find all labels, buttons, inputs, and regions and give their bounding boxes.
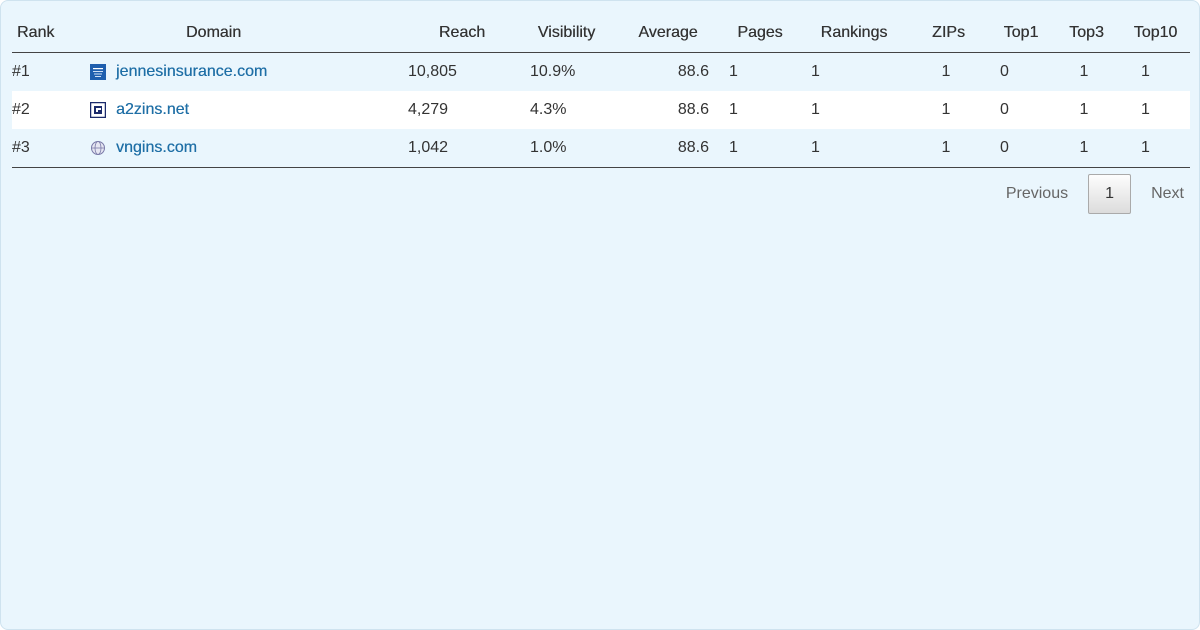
col-header-reach[interactable]: Reach [408,13,516,53]
top10-cell: 1 [1121,52,1190,91]
visibility-cell: 1.0% [516,129,617,168]
previous-page-button[interactable]: Previous [986,185,1088,203]
col-header-top1[interactable]: Top1 [990,13,1052,53]
results-panel: Rank Domain Reach Visibility Average Pag… [0,0,1200,630]
visibility-cell: 4.3% [516,91,617,129]
rank-cell: #1 [12,52,58,91]
rank-cell: #2 [12,91,58,129]
top10-cell: 1 [1121,129,1190,168]
reach-cell: 1,042 [408,129,516,168]
col-header-visibility[interactable]: Visibility [516,13,617,53]
domain-rankings-table: Rank Domain Reach Visibility Average Pag… [12,13,1190,168]
col-header-rankings[interactable]: Rankings [801,13,907,53]
table-row: #1 jennesinsurance.com 10,805 10.9% 88.6… [12,52,1190,91]
top3-cell: 1 [1052,52,1121,91]
domain-link[interactable]: jennesinsurance.com [116,63,267,81]
rankings-cell: 1 [801,52,907,91]
domain-cell: a2zins.net [58,91,408,129]
top1-cell: 0 [990,52,1052,91]
zips-cell: 1 [907,129,990,168]
table-row: #3 vngins.com 1,042 1.0% 88.6 1 1 1 0 1 … [12,129,1190,168]
reach-cell: 10,805 [408,52,516,91]
jennes-logo-icon [90,64,106,80]
col-header-top10[interactable]: Top10 [1121,13,1190,53]
visibility-cell: 10.9% [516,52,617,91]
average-cell: 88.6 [617,129,719,168]
zips-cell: 1 [907,91,990,129]
domain-cell: jennesinsurance.com [58,52,408,91]
domain-link[interactable]: vngins.com [116,139,197,157]
pages-cell: 1 [719,129,801,168]
col-header-domain[interactable]: Domain [58,13,408,53]
top1-cell: 0 [990,129,1052,168]
top10-cell: 1 [1121,91,1190,129]
table-row: #2 a2zins.net 4,279 4.3% 88.6 1 1 1 0 1 … [12,91,1190,129]
rankings-cell: 1 [801,91,907,129]
col-header-zips[interactable]: ZIPs [907,13,990,53]
reach-cell: 4,279 [408,91,516,129]
domain-cell: vngins.com [58,129,408,168]
top1-cell: 0 [990,91,1052,129]
page-number-button[interactable]: 1 [1088,174,1132,214]
zips-cell: 1 [907,52,990,91]
pages-cell: 1 [719,91,801,129]
top3-cell: 1 [1052,129,1121,168]
globe-icon [90,140,106,156]
pages-cell: 1 [719,52,801,91]
rankings-cell: 1 [801,129,907,168]
pagination: Previous 1 Next [986,174,1188,214]
col-header-rank[interactable]: Rank [12,13,58,53]
rank-cell: #3 [12,129,58,168]
top3-cell: 1 [1052,91,1121,129]
next-page-button[interactable]: Next [1131,185,1188,203]
col-header-average[interactable]: Average [617,13,719,53]
average-cell: 88.6 [617,91,719,129]
col-header-top3[interactable]: Top3 [1052,13,1121,53]
average-cell: 88.6 [617,52,719,91]
a2zins-logo-icon [89,101,107,119]
table-header-row: Rank Domain Reach Visibility Average Pag… [12,13,1190,53]
domain-link[interactable]: a2zins.net [116,101,189,119]
col-header-pages[interactable]: Pages [719,13,801,53]
